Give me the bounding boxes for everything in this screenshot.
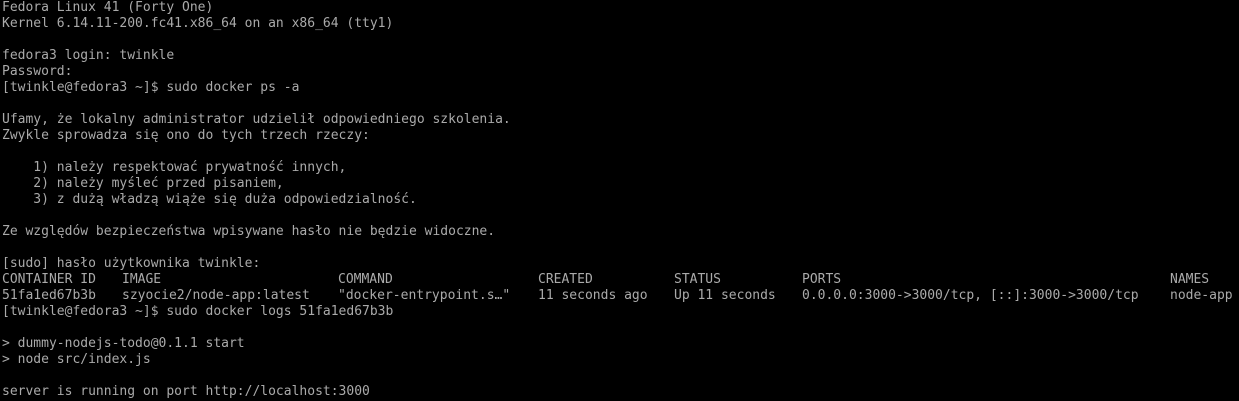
- password-line: Password:: [2, 64, 73, 79]
- header-container-id: CONTAINER ID: [2, 272, 96, 287]
- terminal-screen[interactable]: Fedora Linux 41 (Forty One) Kernel 6.14.…: [0, 0, 1239, 401]
- lecture-line: [2, 208, 1239, 224]
- command-cell: "docker-entrypoint.s…": [338, 288, 511, 303]
- lecture-line: 3) z dużą władzą wiąże się duża odpowied…: [2, 192, 417, 207]
- header-ports: PORTS: [802, 272, 842, 287]
- log-line: > node src/index.js: [2, 352, 151, 367]
- lecture-line: Ze względów bezpieczeństwa wpisywane has…: [2, 224, 496, 239]
- login-line: fedora3 login: twinkle: [2, 48, 175, 63]
- lecture-line: [2, 144, 1239, 160]
- container-id-cell: 51fa1ed67b3b: [2, 288, 96, 303]
- command-prompt-docker-ps: [twinkle@fedora3 ~]$ sudo docker ps -a: [2, 80, 300, 95]
- command-prompt-docker-logs: [twinkle@fedora3 ~]$ sudo docker logs 51…: [2, 304, 394, 319]
- header-command: COMMAND: [338, 272, 393, 287]
- sudo-password-prompt: [sudo] hasło użytkownika twinkle:: [2, 256, 261, 271]
- lecture-line: 2) należy myśleć przed pisaniem,: [2, 176, 284, 191]
- log-line: > dummy-nodejs-todo@0.1.1 start: [2, 336, 245, 351]
- header-status: STATUS: [674, 272, 721, 287]
- banner-kernel-line: Kernel 6.14.11-200.fc41.x86_64 on an x86…: [2, 16, 394, 31]
- docker-table-header: CONTAINER ID IMAGE COMMAND CREATED STATU…: [2, 272, 1239, 288]
- image-cell: szyocie2/node-app:latest: [122, 288, 310, 303]
- banner-os-line: Fedora Linux 41 (Forty One): [2, 0, 214, 15]
- header-image: IMAGE: [122, 272, 162, 287]
- names-cell: node-app: [1170, 288, 1233, 303]
- created-cell: 11 seconds ago: [538, 288, 648, 303]
- header-created: CREATED: [538, 272, 593, 287]
- lecture-line: 1) należy respektować prywatność innych,: [2, 160, 347, 175]
- status-cell: Up 11 seconds: [674, 288, 776, 303]
- lecture-line: Zwykle sprowadza się ono do tych trzech …: [2, 128, 370, 143]
- lecture-line: Ufamy, że lokalny administrator udzielił…: [2, 112, 511, 127]
- header-names: NAMES: [1170, 272, 1210, 287]
- ports-cell: 0.0.0.0:3000->3000/tcp, [::]:3000->3000/…: [802, 288, 1139, 303]
- log-line: server is running on port http://localho…: [2, 384, 370, 399]
- lecture-line: [2, 240, 1239, 256]
- table-row: 51fa1ed67b3b szyocie2/node-app:latest "d…: [2, 288, 1239, 304]
